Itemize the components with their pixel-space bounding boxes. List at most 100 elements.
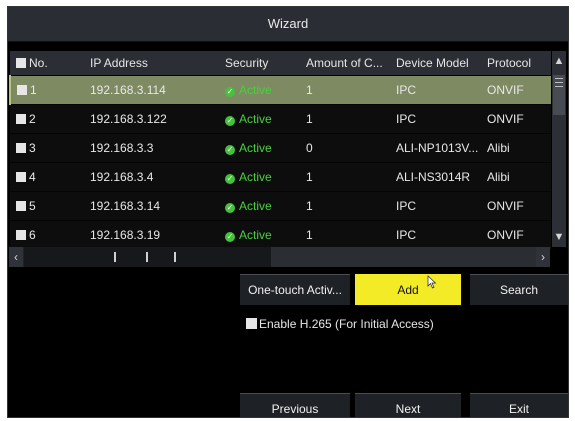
window-title: Wizard (8, 7, 568, 42)
enable-h265-option[interactable]: Enable H.265 (For Initial Access) (246, 317, 434, 331)
cell-ip: 192.168.3.14 (84, 191, 219, 221)
row-number: 1 (30, 83, 37, 97)
cell-model: IPC (390, 104, 481, 134)
security-status: Active (239, 112, 272, 126)
cell-security: ✓ Active (219, 162, 300, 192)
table-row[interactable]: 5 192.168.3.14 ✓ Active 1 IPC ONVIF (10, 191, 551, 221)
chevron-left-icon[interactable]: ‹ (9, 247, 23, 267)
row-checkbox[interactable] (16, 114, 26, 124)
search-button[interactable]: Search (470, 274, 568, 305)
column-header-protocol[interactable]: Protocol (481, 51, 551, 76)
cell-no: 1 (9, 75, 84, 105)
check-circle-icon: ✓ (225, 87, 235, 97)
scroll-thumb[interactable] (553, 75, 565, 115)
scroll-thumb[interactable] (24, 247, 271, 267)
cell-security: ✓ Active (219, 104, 300, 134)
cell-protocol: ONVIF (481, 104, 551, 134)
row-checkbox[interactable] (16, 201, 26, 211)
cell-ip: 192.168.3.4 (84, 162, 219, 192)
vertical-scrollbar[interactable]: ▲ ▼ (552, 51, 566, 247)
chevron-down-icon[interactable]: ▼ (552, 227, 566, 247)
mouse-pointer-icon (427, 275, 437, 289)
row-checkbox[interactable] (16, 172, 26, 182)
cell-ip: 192.168.3.19 (84, 220, 219, 250)
chevron-up-icon[interactable]: ▲ (552, 51, 566, 71)
add-button[interactable]: Add (355, 274, 461, 305)
security-status: Active (239, 170, 272, 184)
thumb-grip (146, 252, 148, 262)
check-circle-icon: ✓ (225, 145, 235, 155)
security-status: Active (239, 83, 272, 97)
table-row[interactable]: 4 192.168.3.4 ✓ Active 1 ALI-NS3014R Alib… (10, 162, 551, 192)
table-row[interactable]: 2 192.168.3.122 ✓ Active 1 IPC ONVIF (10, 104, 551, 134)
column-label: Protocol (487, 56, 532, 70)
cell-no: 5 (10, 191, 84, 221)
next-button[interactable]: Next (355, 393, 461, 417)
chevron-right-icon[interactable]: › (536, 247, 550, 267)
table-row[interactable]: 3 192.168.3.3 ✓ Active 0 ALI-NP1013V... A… (10, 133, 551, 163)
wizard-window: Wizard No. IP Address Security Amount of… (7, 6, 569, 418)
cell-security: ✓ Active (219, 75, 300, 105)
device-table: No. IP Address Security Amount of C... D… (9, 51, 551, 250)
one-touch-activate-button[interactable]: One-touch Activ... (240, 274, 350, 305)
cell-model: ALI-NS3014R (390, 162, 481, 192)
cell-no: 6 (10, 220, 84, 250)
column-label: IP Address (90, 56, 148, 70)
column-header-ip[interactable]: IP Address (84, 51, 219, 76)
select-all-checkbox[interactable] (16, 58, 26, 68)
check-circle-icon: ✓ (225, 203, 235, 213)
table-row[interactable]: 1 192.168.3.114 ✓ Active 1 IPC ONVIF (9, 75, 551, 105)
check-circle-icon: ✓ (225, 116, 235, 126)
cell-amount: 1 (300, 191, 390, 221)
column-header-no[interactable]: No. (10, 51, 84, 76)
column-header-model[interactable]: Device Model (390, 51, 481, 76)
device-table-area: No. IP Address Security Amount of C... D… (9, 51, 566, 250)
column-header-amount[interactable]: Amount of C... (300, 51, 390, 76)
thumb-grip (174, 252, 176, 262)
check-circle-icon: ✓ (225, 232, 235, 242)
column-header-security[interactable]: Security (219, 51, 300, 76)
enable-h265-label: Enable H.265 (For Initial Access) (259, 317, 434, 331)
row-checkbox[interactable] (16, 230, 26, 240)
column-label: Security (225, 56, 269, 70)
cell-model: IPC (390, 191, 481, 221)
cell-protocol: Alibi (481, 162, 551, 192)
row-number: 3 (29, 141, 36, 155)
thumb-grip (114, 252, 116, 262)
row-number: 4 (29, 170, 36, 184)
enable-h265-checkbox[interactable] (246, 318, 257, 329)
cell-security: ✓ Active (219, 133, 300, 163)
row-checkbox[interactable] (16, 143, 26, 153)
column-label: Device Model (396, 56, 469, 70)
security-status: Active (239, 141, 272, 155)
security-status: Active (239, 228, 272, 242)
table-header-row: No. IP Address Security Amount of C... D… (10, 51, 551, 76)
cell-model: ALI-NP1013V... (390, 133, 481, 163)
cell-amount: 1 (300, 104, 390, 134)
cell-amount: 1 (300, 162, 390, 192)
row-number: 6 (29, 228, 36, 242)
horizontal-scrollbar[interactable]: ‹ › (9, 247, 550, 267)
cell-protocol: ONVIF (481, 75, 551, 105)
cell-amount: 1 (300, 75, 390, 105)
cell-amount: 0 (300, 133, 390, 163)
row-number: 5 (29, 199, 36, 213)
column-label: No. (29, 56, 48, 70)
previous-button[interactable]: Previous (240, 393, 350, 417)
column-label: Amount of C... (306, 56, 383, 70)
cell-no: 3 (10, 133, 84, 163)
check-circle-icon: ✓ (225, 174, 235, 184)
cell-protocol: Alibi (481, 133, 551, 163)
cell-protocol: ONVIF (481, 220, 551, 250)
row-number: 2 (29, 112, 36, 126)
cell-no: 2 (10, 104, 84, 134)
cell-model: IPC (390, 75, 481, 105)
security-status: Active (239, 199, 272, 213)
row-checkbox[interactable] (17, 85, 27, 95)
cell-ip: 192.168.3.114 (84, 75, 219, 105)
exit-button[interactable]: Exit (470, 393, 568, 417)
cell-security: ✓ Active (219, 220, 300, 250)
cell-model: IPC (390, 220, 481, 250)
scroll-track[interactable] (271, 247, 536, 267)
table-row[interactable]: 6 192.168.3.19 ✓ Active 1 IPC ONVIF (10, 220, 551, 250)
